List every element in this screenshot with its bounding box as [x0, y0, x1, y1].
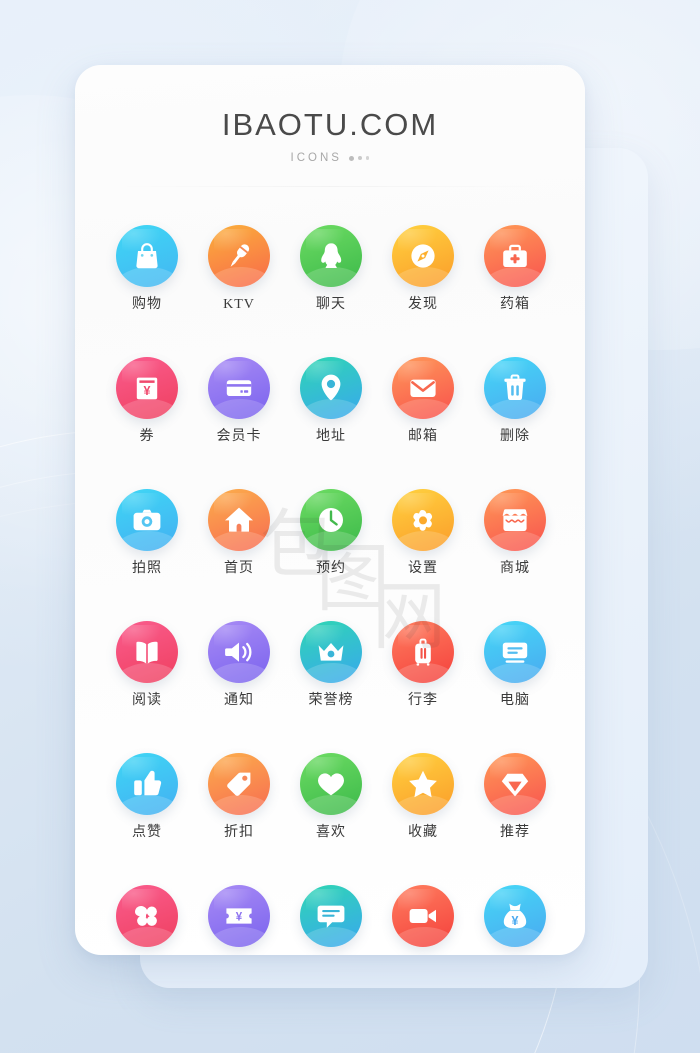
icon-label: 券: [139, 429, 155, 444]
icon-set-card: IBAOTU.COM ICONS 购物 KTV 聊天 发现 药箱 ¥ 券会员卡 地址 邮箱 删除拍…: [75, 65, 585, 955]
subtitle-row: ICONS: [75, 152, 585, 164]
icon-label: 设置: [408, 561, 438, 576]
icon-cell[interactable]: 通知: [193, 621, 285, 708]
book-icon[interactable]: [116, 621, 178, 683]
icon-label: 删除: [500, 429, 530, 444]
icon-cell[interactable]: 留言: [285, 885, 377, 955]
icon-label: 首页: [224, 561, 254, 576]
recharge-ticket-icon[interactable]: ¥: [208, 885, 270, 947]
icon-cell[interactable]: 发现: [377, 225, 469, 312]
medicine-box-icon[interactable]: [484, 225, 546, 287]
icon-label: 推荐: [500, 825, 530, 840]
svg-text:¥: ¥: [144, 384, 151, 398]
home-icon[interactable]: [208, 489, 270, 551]
icon-label: 电脑: [500, 693, 530, 708]
icon-cell[interactable]: 设置: [377, 489, 469, 576]
icon-cell[interactable]: KTV: [193, 225, 285, 312]
icon-cell[interactable]: 电脑: [469, 621, 561, 708]
icon-cell[interactable]: 收藏: [377, 753, 469, 840]
header-divider: [115, 186, 545, 187]
icon-label: 阅读: [132, 693, 162, 708]
computer-icon[interactable]: [484, 621, 546, 683]
icon-label: 药箱: [500, 297, 530, 312]
ellipsis-dots-icon: [348, 155, 370, 161]
icon-cell[interactable]: ¥支付: [469, 885, 561, 955]
icon-cell[interactable]: 邮箱: [377, 357, 469, 444]
icon-cell[interactable]: 预约: [285, 489, 377, 576]
icon-cell[interactable]: 商城: [469, 489, 561, 576]
crown-icon[interactable]: [300, 621, 362, 683]
icon-label: 发现: [408, 297, 438, 312]
money-bag-icon[interactable]: ¥: [484, 885, 546, 947]
discount-tag-icon[interactable]: [208, 753, 270, 815]
icon-label: 会员卡: [216, 429, 262, 444]
icon-cell[interactable]: 点赞: [101, 753, 193, 840]
heart-icon[interactable]: [300, 753, 362, 815]
page-title: IBAOTU.COM: [221, 107, 439, 142]
icon-cell[interactable]: 视频: [377, 885, 469, 955]
icon-label: KTV: [223, 297, 255, 312]
icon-label: 拍照: [132, 561, 162, 576]
icon-cell[interactable]: 分类: [101, 885, 193, 955]
icon-cell[interactable]: ¥ 券: [101, 357, 193, 444]
icon-cell[interactable]: 地址: [285, 357, 377, 444]
icon-label: 点赞: [132, 825, 162, 840]
shop-icon[interactable]: [484, 489, 546, 551]
icon-label: 收藏: [408, 825, 438, 840]
icon-label: 购物: [132, 297, 162, 312]
icon-label: 荣誉榜: [308, 693, 354, 708]
speaker-icon[interactable]: [208, 621, 270, 683]
microphone-icon[interactable]: [208, 225, 270, 287]
icon-cell[interactable]: 行李: [377, 621, 469, 708]
icon-cell[interactable]: 荣誉榜: [285, 621, 377, 708]
clock-icon[interactable]: [300, 489, 362, 551]
icon-label: 地址: [316, 429, 346, 444]
membership-card-icon[interactable]: [208, 357, 270, 419]
icon-cell[interactable]: 推荐: [469, 753, 561, 840]
icon-label: 通知: [224, 693, 254, 708]
gear-icon[interactable]: [392, 489, 454, 551]
icon-cell[interactable]: 阅读: [101, 621, 193, 708]
thumbs-up-icon[interactable]: [116, 753, 178, 815]
icon-label: 喜欢: [316, 825, 346, 840]
icon-cell[interactable]: 会员卡: [193, 357, 285, 444]
icon-cell[interactable]: 拍照: [101, 489, 193, 576]
icon-label: 邮箱: [408, 429, 438, 444]
penguin-chat-icon[interactable]: [300, 225, 362, 287]
icon-label: 行李: [408, 693, 438, 708]
camera-icon[interactable]: [116, 489, 178, 551]
icon-grid: 购物 KTV 聊天 发现 药箱 ¥ 券会员卡 地址 邮箱 删除 拍照 首页 预约 设置 商城 阅读 通知 荣誉榜行…: [75, 225, 585, 955]
envelope-icon[interactable]: [392, 357, 454, 419]
icon-cell[interactable]: 购物: [101, 225, 193, 312]
icon-cell[interactable]: 首页: [193, 489, 285, 576]
icon-cell[interactable]: 药箱: [469, 225, 561, 312]
icon-label: 聊天: [316, 297, 346, 312]
message-bubble-icon[interactable]: [300, 885, 362, 947]
icon-cell[interactable]: 删除: [469, 357, 561, 444]
shopping-bag-icon[interactable]: [116, 225, 178, 287]
icon-label: 折扣: [224, 825, 254, 840]
trash-icon[interactable]: [484, 357, 546, 419]
icon-cell[interactable]: 喜欢: [285, 753, 377, 840]
card-header: IBAOTU.COM ICONS: [75, 65, 585, 187]
svg-text:¥: ¥: [236, 912, 243, 924]
star-icon[interactable]: [392, 753, 454, 815]
category-icon[interactable]: [116, 885, 178, 947]
luggage-icon[interactable]: [392, 621, 454, 683]
icon-cell[interactable]: ¥充值: [193, 885, 285, 955]
icon-cell[interactable]: 折扣: [193, 753, 285, 840]
icon-label: 预约: [316, 561, 346, 576]
location-pin-icon[interactable]: [300, 357, 362, 419]
icon-label: 商城: [500, 561, 530, 576]
coupon-icon[interactable]: ¥: [116, 357, 178, 419]
diamond-icon[interactable]: [484, 753, 546, 815]
page-subtitle: ICONS: [290, 152, 342, 164]
video-camera-icon[interactable]: [392, 885, 454, 947]
icon-cell[interactable]: 聊天: [285, 225, 377, 312]
svg-text:¥: ¥: [512, 914, 519, 928]
compass-icon[interactable]: [392, 225, 454, 287]
